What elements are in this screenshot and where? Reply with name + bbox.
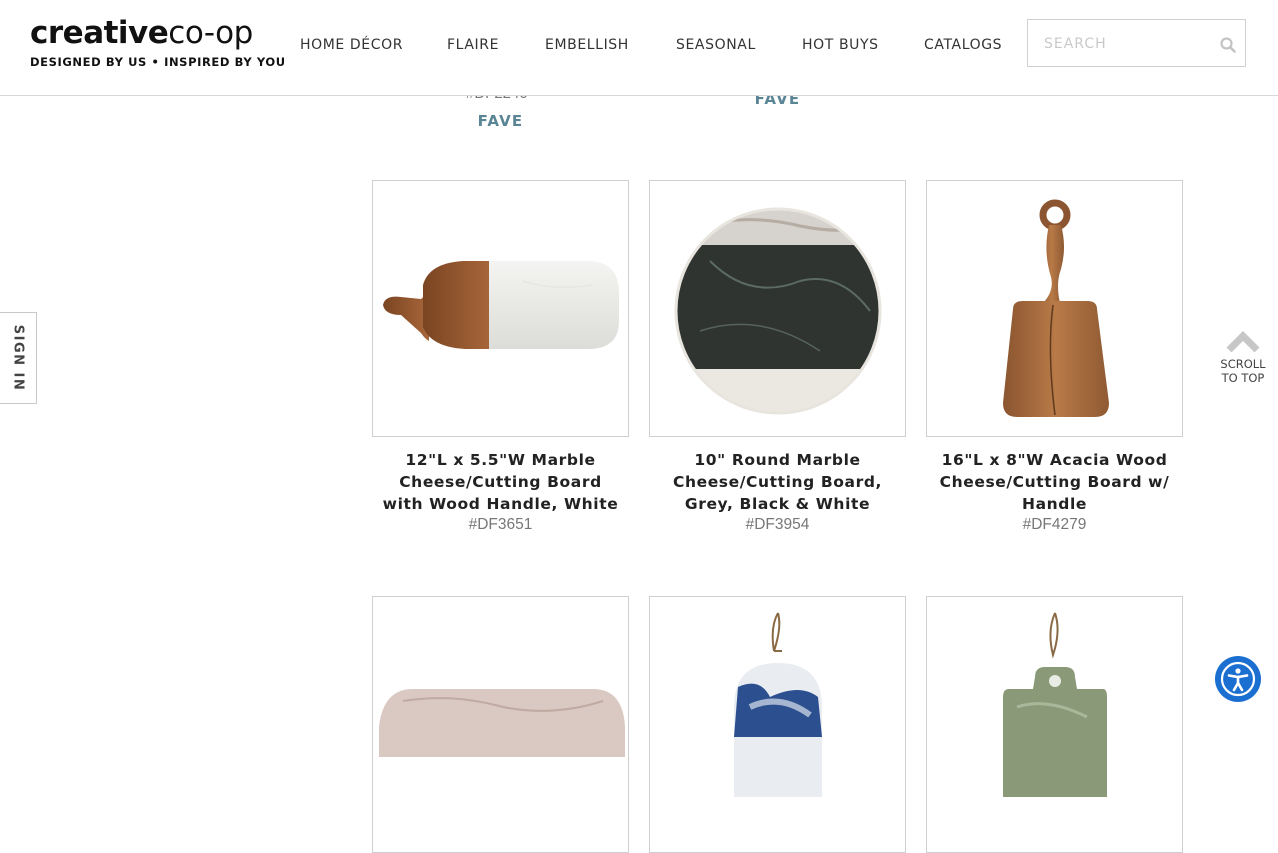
accessibility-icon <box>1220 661 1256 697</box>
sign-in-label: SIGN IN <box>10 324 26 392</box>
sign-in-tab[interactable]: SIGN IN <box>0 312 37 404</box>
product-card[interactable] <box>649 596 906 853</box>
product-sku: #DF3651 <box>468 516 533 533</box>
marble-tray-image <box>379 689 625 757</box>
product-image[interactable] <box>372 596 629 853</box>
product-image[interactable] <box>926 180 1183 437</box>
nav-hot-buys[interactable]: HOT BUYS <box>802 37 879 53</box>
logo-wordmark: creativeco-op <box>30 15 253 51</box>
logo-tagline: DESIGNED BY US • INSPIRED BY YOU <box>30 55 286 69</box>
scroll-to-top-label-2: TO TOP <box>1221 371 1265 385</box>
product-title[interactable]: 12"L x 5.5"W Marble Cheese/Cutting Board… <box>372 449 629 515</box>
product-sku: #DF4279 <box>1022 516 1087 533</box>
nav-embellish[interactable]: EMBELLISH <box>545 37 629 53</box>
product-card[interactable] <box>372 596 629 853</box>
scroll-to-top-label-1: SCROLL <box>1220 357 1266 371</box>
product-image[interactable] <box>372 180 629 437</box>
product-image[interactable] <box>649 596 906 853</box>
product-card[interactable]: 12"L x 5.5"W Marble Cheese/Cutting Board… <box>372 180 629 534</box>
product-sku: #DF3954 <box>745 516 810 533</box>
nav-flaire[interactable]: FLAIRE <box>447 37 499 53</box>
acacia-board-image <box>1003 199 1109 417</box>
product-title[interactable]: 10" Round Marble Cheese/Cutting Board, G… <box>649 449 906 515</box>
nav-catalogs[interactable]: CATALOGS <box>924 37 1002 53</box>
search-input[interactable] <box>1042 32 1216 56</box>
nav-seasonal[interactable]: SEASONAL <box>676 37 756 53</box>
nav-home-decor[interactable]: HOME DÉCOR <box>300 37 403 53</box>
search-icon[interactable] <box>1219 36 1237 54</box>
round-marble-board-image <box>674 207 882 415</box>
product-card[interactable]: 10" Round Marble Cheese/Cutting Board, G… <box>649 180 906 534</box>
product-card[interactable]: 16"L x 8"W Acacia Wood Cheese/Cutting Bo… <box>926 180 1183 534</box>
site-header: creativeco-op DESIGNED BY US • INSPIRED … <box>0 0 1278 96</box>
product-title[interactable]: 16"L x 8"W Acacia Wood Cheese/Cutting Bo… <box>926 449 1183 515</box>
search-box <box>1027 19 1246 67</box>
chevron-up-icon <box>1226 331 1260 353</box>
product-image[interactable] <box>649 180 906 437</box>
green-board-image <box>1003 612 1107 797</box>
marble-board-image <box>383 261 619 349</box>
logo[interactable]: creativeco-op DESIGNED BY US • INSPIRED … <box>30 16 286 69</box>
product-card[interactable] <box>926 596 1183 853</box>
blue-board-image <box>734 612 822 797</box>
product-image[interactable] <box>926 596 1183 853</box>
accessibility-button[interactable] <box>1215 656 1261 702</box>
fave-button[interactable]: FAVE <box>372 112 629 130</box>
scroll-to-top-button[interactable]: SCROLL TO TOP <box>1212 330 1274 385</box>
